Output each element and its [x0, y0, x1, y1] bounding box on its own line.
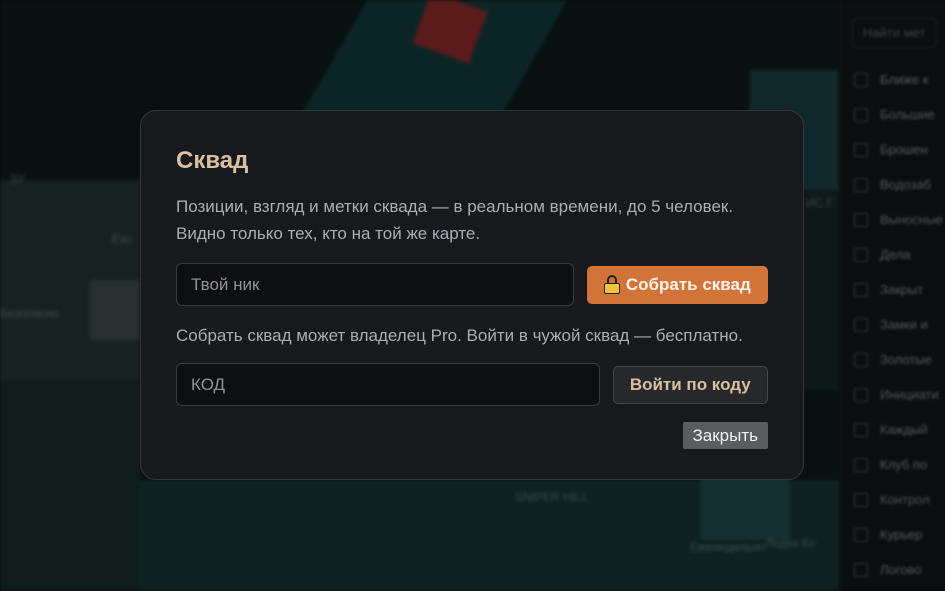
- nickname-input[interactable]: [176, 263, 574, 306]
- description-line: Видно только тех, кто на той же карте.: [176, 224, 481, 243]
- squad-dialog: Сквад Позиции, взгляд и метки сквада — в…: [140, 110, 804, 480]
- lock-icon: [603, 275, 620, 294]
- pro-note: Собрать сквад может владелец Pro. Войти …: [176, 326, 743, 345]
- dialog-footer: Закрыть: [176, 422, 768, 449]
- squad-code-input[interactable]: [176, 363, 600, 406]
- app-viewport: ЗУ Еxc Безопасно SNIPER HILL Еженедельно…: [0, 0, 945, 591]
- description-line: Позиции, взгляд и метки сквада — в реаль…: [176, 197, 734, 216]
- create-squad-button[interactable]: Собрать сквад: [586, 265, 768, 304]
- join-squad-row: Войти по коду: [176, 363, 768, 406]
- dialog-description: Позиции, взгляд и метки сквада — в реаль…: [176, 193, 768, 247]
- create-squad-row: Собрать сквад: [176, 263, 768, 306]
- dialog-title: Сквад: [176, 147, 249, 174]
- create-squad-label: Собрать сквад: [625, 274, 751, 294]
- join-by-code-button[interactable]: Войти по коду: [612, 365, 768, 404]
- close-button[interactable]: Закрыть: [682, 422, 768, 449]
